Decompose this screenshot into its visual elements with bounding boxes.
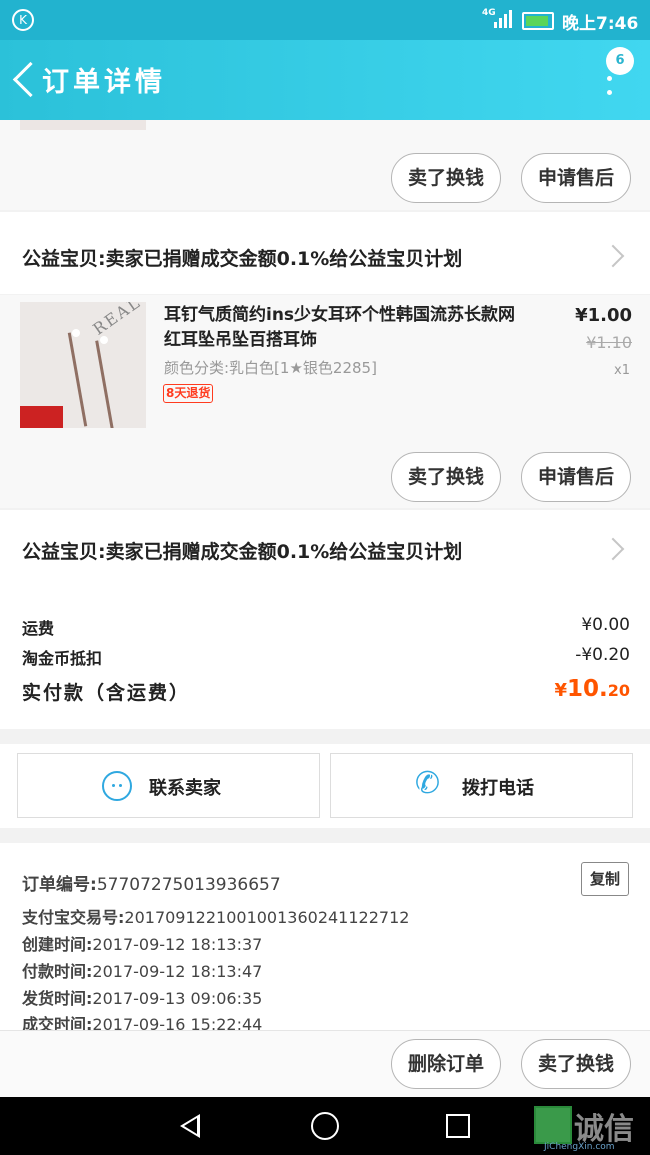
charity-row[interactable]: 公益宝贝:卖家已捐赠成交金额0.1%给公益宝贝计划	[0, 212, 650, 294]
copy-button[interactable]: 复制	[581, 862, 629, 896]
order-number: 订单编号:57707275013936657	[22, 870, 281, 895]
coin-label: 淘金币抵扣	[22, 649, 103, 668]
watermark-logo-icon	[534, 1106, 572, 1144]
alipay-label: 支付宝交易号:	[22, 908, 125, 927]
product-image-text: REAL	[89, 302, 145, 339]
contact-seller-button[interactable]: 联系卖家	[17, 753, 320, 818]
product-title: 耳钉气质简约ins少女耳环个性韩国流苏长款网红耳坠吊坠百搭耳饰	[164, 305, 516, 350]
status-bar: K 4G 晚上7:46	[0, 0, 650, 40]
buy-again-button[interactable]: 卖了换钱	[521, 1039, 631, 1089]
earring-left	[67, 332, 88, 427]
paid-symbol: ¥	[554, 680, 567, 701]
order-number-value: 57707275013936657	[96, 875, 281, 895]
recents-square-icon[interactable]	[446, 1114, 470, 1138]
paid-total: ¥10.20	[554, 676, 630, 702]
app-icon: K	[12, 9, 34, 31]
product-price: ¥1.00	[575, 305, 632, 326]
home-circle-icon[interactable]	[311, 1112, 339, 1140]
product-original-price: ¥1.10	[586, 333, 632, 352]
product-quantity: x1	[614, 363, 630, 378]
bottom-actions: 删除订单 卖了换钱	[0, 1030, 650, 1098]
shipped-label: 发货时间:	[22, 989, 93, 1008]
paid-time-value: 2017-09-12 18:13:47	[92, 962, 263, 981]
shipping-value: ¥0.00	[581, 615, 630, 635]
phone-icon: ✆	[415, 766, 441, 801]
battery-icon	[522, 12, 554, 30]
alipay-value: 2017091221001001360241122712	[124, 908, 410, 927]
shipping-label: 运费	[22, 619, 55, 638]
app-bar: 订单详情 6	[0, 40, 650, 120]
alipay-number: 支付宝交易号:2017091221001001360241122712	[22, 904, 409, 928]
paid-time: 付款时间:2017-09-12 18:13:47	[22, 958, 262, 982]
product-thumbnail	[20, 120, 146, 130]
charity-text: 公益宝贝:卖家已捐赠成交金额0.1%给公益宝贝计划	[22, 541, 463, 563]
shipped-value: 2017-09-13 09:06:35	[92, 989, 263, 1008]
clock: 晚上7:46	[562, 14, 639, 34]
shipped-time: 发货时间:2017-09-13 09:06:35	[22, 985, 262, 1009]
chevron-right-icon	[601, 537, 625, 561]
signal-icon	[494, 10, 516, 28]
call-label: 拨打电话	[462, 778, 534, 799]
charity-text: 公益宝贝:卖家已捐赠成交金额0.1%给公益宝贝计划	[22, 248, 463, 270]
product-item[interactable]: REAL 耳钉气质简约ins少女耳环个性韩国流苏长款网红耳坠吊坠百搭耳饰 颜色分…	[0, 295, 650, 508]
system-nav-bar: 诚信 JiChengXin.com	[0, 1097, 650, 1155]
after-sale-button[interactable]: 申请售后	[521, 153, 631, 203]
contact-seller-label: 联系卖家	[149, 778, 221, 799]
created-value: 2017-09-12 18:13:37	[92, 935, 263, 954]
order-info: 订单编号:57707275013936657 复制 支付宝交易号:2017091…	[0, 843, 650, 1034]
watermark-sub: JiChengXin.com	[544, 1142, 615, 1152]
earring-right	[95, 340, 114, 428]
buy-again-button[interactable]: 卖了换钱	[391, 153, 501, 203]
paid-time-label: 付款时间:	[22, 962, 93, 981]
watermark: 诚信 JiChengXin.com	[532, 1104, 650, 1152]
paid-integer: 10.	[566, 676, 608, 702]
size-label	[20, 406, 63, 428]
item-actions-1: 卖了换钱 申请售后	[0, 120, 650, 210]
contact-bar: 联系卖家 ✆ 拨打电话	[0, 744, 650, 828]
paid-label: 实付款（含运费）	[22, 682, 191, 704]
created-label: 创建时间:	[22, 935, 93, 954]
call-button[interactable]: ✆ 拨打电话	[330, 753, 633, 818]
notification-badge: 6	[606, 47, 634, 75]
return-tag: 8天退货	[163, 384, 214, 403]
more-icon[interactable]	[607, 76, 613, 96]
created-time: 创建时间:2017-09-12 18:13:37	[22, 931, 262, 955]
charity-row[interactable]: 公益宝贝:卖家已捐赠成交金额0.1%给公益宝贝计划	[0, 510, 650, 588]
chat-icon	[102, 771, 132, 801]
paid-decimal: 20	[607, 681, 630, 700]
buy-again-button[interactable]: 卖了换钱	[391, 452, 501, 502]
product-image: REAL	[20, 302, 146, 428]
chevron-right-icon	[601, 244, 625, 268]
page-title: 订单详情	[42, 67, 166, 98]
delete-order-button[interactable]: 删除订单	[391, 1039, 501, 1089]
order-number-label: 订单编号:	[22, 875, 97, 895]
coin-value: -¥0.20	[575, 645, 630, 665]
product-sku: 颜色分类:乳白色[1★银色2285]	[164, 359, 377, 377]
charity-summary: 公益宝贝:卖家已捐赠成交金额0.1%给公益宝贝计划 运费 ¥0.00 淘金币抵扣…	[0, 510, 650, 729]
after-sale-button[interactable]: 申请售后	[521, 452, 631, 502]
